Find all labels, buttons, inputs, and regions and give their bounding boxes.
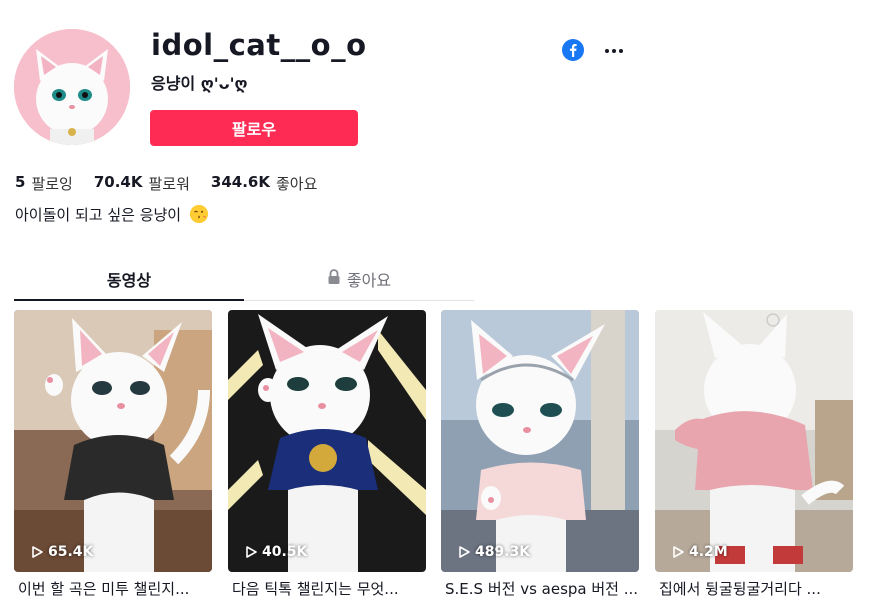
profile-bio: 아이돌이 되고 싶은 응냥이	[15, 204, 208, 225]
bio-text: 아이돌이 되고 싶은 응냥이	[15, 206, 182, 224]
view-count-text: 40.5K	[262, 544, 308, 560]
facebook-icon[interactable]	[562, 39, 584, 61]
view-count: 489.3K	[457, 544, 530, 560]
avatar-cat-image	[14, 29, 130, 145]
avatar[interactable]	[14, 29, 130, 145]
view-count: 4.2M	[671, 544, 728, 560]
video-card[interactable]: 65.4K	[14, 310, 212, 572]
tab-videos-label: 동영상	[106, 271, 152, 290]
profile-nickname: 응냥이 ღ'ᴗ'ღ	[151, 74, 248, 93]
video-thumbnail	[441, 310, 639, 572]
profile-username: idol_cat__o_o	[151, 28, 367, 62]
following-count[interactable]: 5	[15, 173, 25, 194]
view-count-text: 4.2M	[689, 544, 728, 560]
kissing-face-icon	[189, 205, 208, 223]
video-card[interactable]: 4.2M	[655, 310, 853, 572]
video-card[interactable]: 489.3K	[441, 310, 639, 572]
tab-liked-label: 좋아요	[346, 271, 392, 290]
likes-count: 344.6K	[210, 173, 270, 191]
video-card[interactable]: 40.5K	[228, 310, 426, 572]
profile-stats: 5 팔로잉 70.4K 팔로워 344.6K 좋아요	[15, 173, 338, 194]
follow-button[interactable]: 팔로우	[150, 110, 358, 146]
more-options-icon[interactable]	[603, 40, 625, 62]
tab-active-indicator	[14, 299, 244, 301]
play-icon	[459, 546, 470, 558]
video-caption[interactable]: 다음 틱톡 챌린지는 무엇...	[232, 578, 430, 599]
tab-liked[interactable]: 좋아요	[244, 258, 474, 300]
following-label[interactable]: 팔로잉	[31, 173, 72, 194]
video-caption[interactable]: 이번 할 곡은 미투 챌린지...	[18, 578, 216, 599]
video-thumbnail	[228, 310, 426, 572]
lock-icon	[327, 269, 341, 289]
followers-label[interactable]: 팔로워	[148, 173, 189, 194]
play-icon	[673, 546, 684, 558]
followers-count[interactable]: 70.4K	[94, 173, 143, 194]
tab-videos[interactable]: 동영상	[14, 258, 244, 300]
video-caption[interactable]: 집에서 뒹굴뒹굴거리다 ...	[659, 578, 857, 599]
view-count-text: 65.4K	[48, 544, 94, 560]
view-count: 40.5K	[244, 544, 307, 560]
play-icon	[246, 546, 257, 558]
view-count: 65.4K	[30, 544, 93, 560]
video-thumbnail	[14, 310, 212, 572]
video-thumbnail	[655, 310, 853, 572]
play-icon	[32, 546, 43, 558]
video-caption[interactable]: S.E.S 버전 vs aespa 버전 ...	[445, 578, 643, 599]
view-count-text: 489.3K	[475, 544, 531, 560]
likes-label: 좋아요	[275, 175, 318, 193]
